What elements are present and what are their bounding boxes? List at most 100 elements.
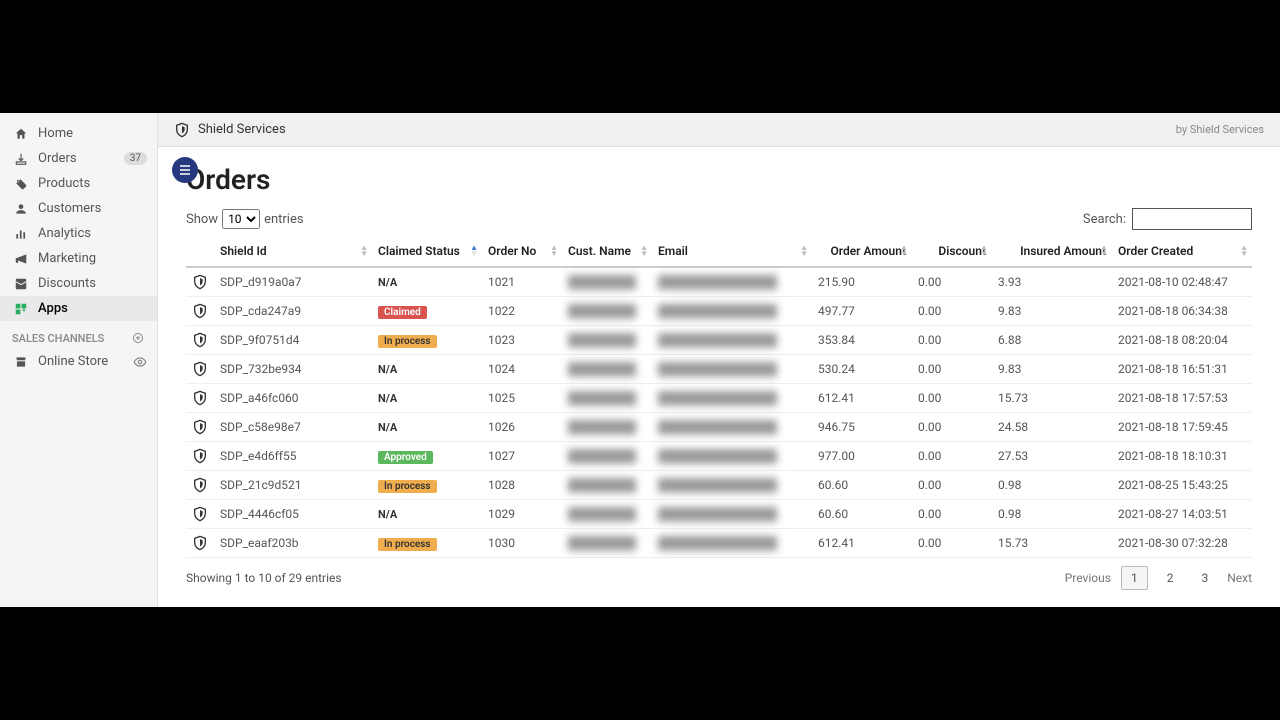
cell-order-no: 1025 (482, 384, 562, 413)
col-shield-id[interactable]: Shield Id▲▼ (214, 236, 372, 267)
analytics-icon (12, 227, 30, 241)
table-row[interactable]: SDP_cda247a9Claimed1022█████████████████… (186, 297, 1252, 326)
search: Search: (1083, 208, 1252, 230)
cell-amount: 60.60 (812, 500, 912, 529)
nav-label: Home (38, 126, 147, 141)
hamburger-button[interactable] (172, 157, 198, 183)
cell-status: N/A (372, 384, 482, 413)
nav-customers[interactable]: Customers (0, 196, 157, 221)
cell-insured: 15.73 (992, 529, 1112, 558)
cell-amount: 612.41 (812, 384, 912, 413)
nav-label: Products (38, 176, 147, 191)
col-order-created[interactable]: Order Created▲▼ (1112, 236, 1252, 267)
col-email[interactable]: Email▲▼ (652, 236, 812, 267)
nav-online-store[interactable]: Online Store (0, 349, 157, 374)
section-label: SALES CHANNELS (12, 332, 104, 345)
show-label: Show (186, 212, 218, 227)
nav-marketing[interactable]: Marketing (0, 246, 157, 271)
next-button[interactable]: Next (1227, 571, 1252, 585)
cell-created: 2021-08-30 07:32:28 (1112, 529, 1252, 558)
products-icon (12, 177, 30, 191)
nav-home[interactable]: Home (0, 121, 157, 146)
cell-created: 2021-08-25 15:43:25 (1112, 471, 1252, 500)
cell-created: 2021-08-18 08:20:04 (1112, 326, 1252, 355)
nav-orders[interactable]: Orders 37 (0, 146, 157, 171)
row-icon (186, 384, 214, 413)
sort-icon: ▲▼ (1100, 245, 1108, 257)
nav-discounts[interactable]: Discounts (0, 271, 157, 296)
cell-insured: 15.73 (992, 384, 1112, 413)
cell-email: ██████████████ (652, 355, 812, 384)
cell-order-no: 1028 (482, 471, 562, 500)
cell-amount: 977.00 (812, 442, 912, 471)
col-order-amount[interactable]: Order Amount▲▼ (812, 236, 912, 267)
cell-discount: 0.00 (912, 471, 992, 500)
nav-label: Apps (38, 301, 147, 316)
table-footer: Showing 1 to 10 of 29 entries Previous 1… (158, 558, 1280, 598)
sort-icon: ▲▼ (640, 245, 648, 257)
sort-icon: ▲▼ (550, 245, 558, 257)
apps-icon (12, 302, 30, 316)
prev-button[interactable]: Previous (1065, 571, 1111, 585)
cell-shield-id: SDP_4446cf05 (214, 500, 372, 529)
table-row[interactable]: SDP_4446cf05N/A1029█████████████████████… (186, 500, 1252, 529)
entries-label: entries (264, 212, 304, 227)
cell-order-no: 1023 (482, 326, 562, 355)
page-3[interactable]: 3 (1192, 567, 1217, 589)
cell-order-no: 1027 (482, 442, 562, 471)
cell-insured: 27.53 (992, 442, 1112, 471)
cell-discount: 0.00 (912, 442, 992, 471)
cell-insured: 3.93 (992, 267, 1112, 297)
sort-icon: ▲▼ (800, 245, 808, 257)
cell-email: ██████████████ (652, 500, 812, 529)
letterbox-bottom (0, 607, 1280, 720)
col-claimed-status[interactable]: Claimed Status▲▼ (372, 236, 482, 267)
content: Orders Show 10 entries Search: Shield Id… (158, 147, 1280, 607)
search-input[interactable] (1132, 208, 1252, 230)
table-row[interactable]: SDP_a46fc060N/A1025█████████████████████… (186, 384, 1252, 413)
page-2[interactable]: 2 (1158, 567, 1183, 589)
entries-select[interactable]: 10 (222, 209, 260, 229)
marketing-icon (12, 252, 30, 266)
col-discount[interactable]: Discount▲▼ (912, 236, 992, 267)
table-row[interactable]: SDP_d919a0a7N/A1021█████████████████████… (186, 267, 1252, 297)
add-channel-icon[interactable] (131, 331, 145, 345)
cell-cust-name: ████████ (562, 267, 652, 297)
nav-analytics[interactable]: Analytics (0, 221, 157, 246)
view-store-icon[interactable] (133, 355, 147, 369)
main: Shield Services by Shield Services Order… (158, 113, 1280, 607)
home-icon (12, 127, 30, 141)
cell-amount: 215.90 (812, 267, 912, 297)
col-insured-amount[interactable]: Insured Amount▲▼ (992, 236, 1112, 267)
sort-icon: ▲▼ (900, 245, 908, 257)
cell-status: In process (372, 529, 482, 558)
cell-insured: 9.83 (992, 297, 1112, 326)
cell-email: ██████████████ (652, 529, 812, 558)
cell-shield-id: SDP_c58e98e7 (214, 413, 372, 442)
page-1[interactable]: 1 (1121, 566, 1148, 590)
cell-cust-name: ████████ (562, 471, 652, 500)
cell-created: 2021-08-18 06:34:38 (1112, 297, 1252, 326)
nav-apps[interactable]: Apps (0, 296, 157, 321)
table-row[interactable]: SDP_732be934N/A1024█████████████████████… (186, 355, 1252, 384)
cell-shield-id: SDP_21c9d521 (214, 471, 372, 500)
table-row[interactable]: SDP_9f0751d4In process1023██████████████… (186, 326, 1252, 355)
col-order-no[interactable]: Order No▲▼ (482, 236, 562, 267)
nav-products[interactable]: Products (0, 171, 157, 196)
cell-created: 2021-08-18 16:51:31 (1112, 355, 1252, 384)
cell-email: ██████████████ (652, 442, 812, 471)
table-row[interactable]: SDP_eaaf203bIn process1030██████████████… (186, 529, 1252, 558)
table-row[interactable]: SDP_c58e98e7N/A1026█████████████████████… (186, 413, 1252, 442)
cell-cust-name: ████████ (562, 297, 652, 326)
cell-amount: 60.60 (812, 471, 912, 500)
col-icon[interactable] (186, 236, 214, 267)
cell-insured: 0.98 (992, 471, 1112, 500)
controls: Show 10 entries Search: (158, 208, 1280, 236)
cell-amount: 946.75 (812, 413, 912, 442)
table-row[interactable]: SDP_21c9d521In process1028██████████████… (186, 471, 1252, 500)
orders-icon (12, 152, 30, 166)
cell-cust-name: ████████ (562, 442, 652, 471)
col-cust-name[interactable]: Cust. Name▲▼ (562, 236, 652, 267)
table-row[interactable]: SDP_e4d6ff55Approved1027████████████████… (186, 442, 1252, 471)
byline: by Shield Services (1176, 123, 1264, 136)
